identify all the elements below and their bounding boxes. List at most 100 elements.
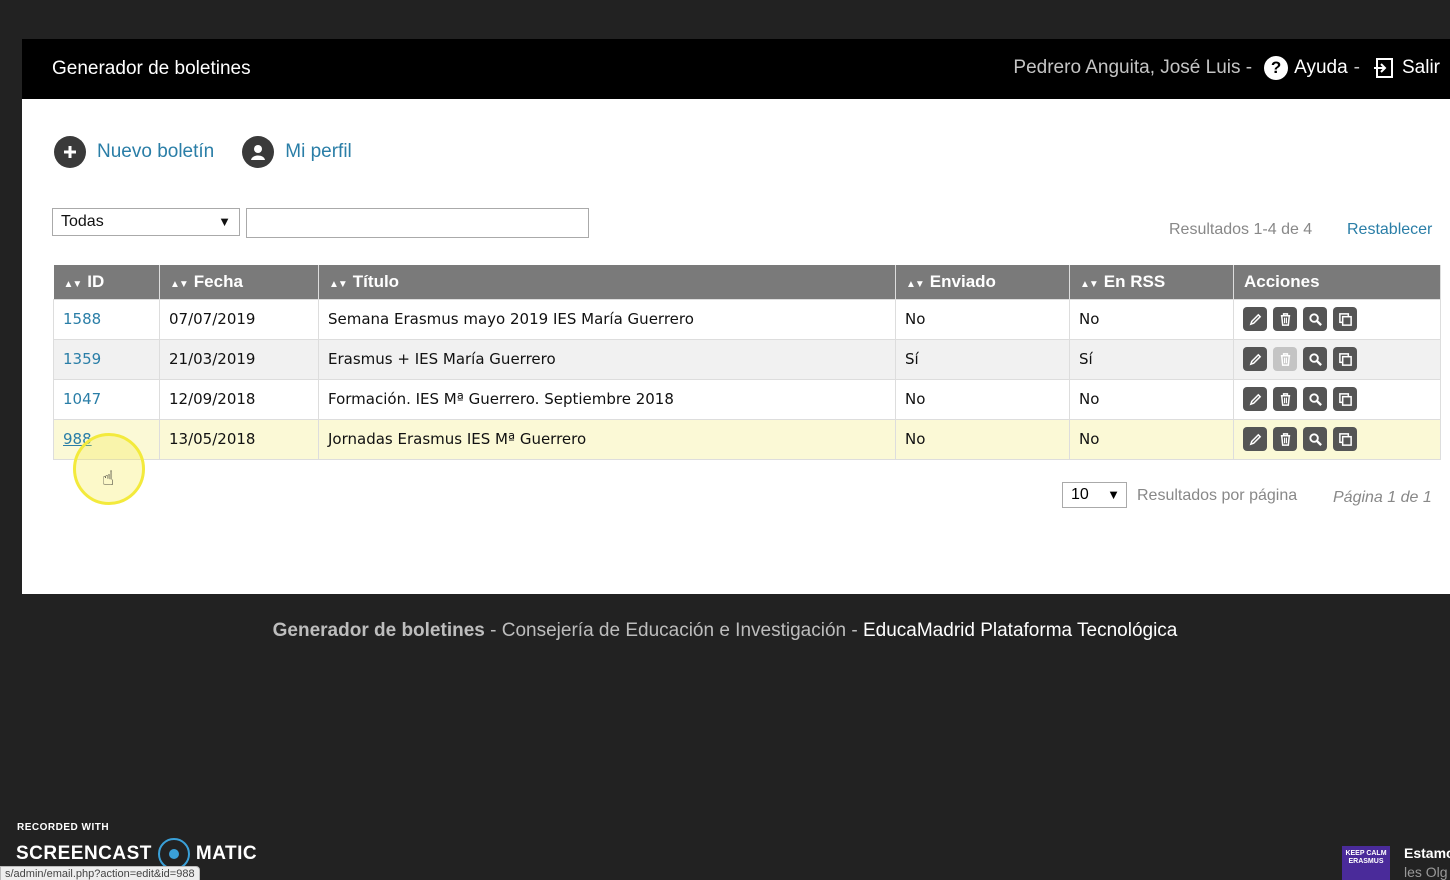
new-newsletter-button[interactable]: Nuevo boletín (54, 136, 214, 168)
footer-separator: - (846, 620, 863, 641)
column-header-titulo[interactable]: ▲▼ Título (318, 265, 896, 299)
my-profile-label: Mi perfil (285, 141, 352, 162)
row-date-cell: 07/07/2019 (159, 298, 319, 340)
copy-icon[interactable] (1333, 427, 1357, 451)
search-input[interactable] (246, 208, 589, 238)
help-icon[interactable]: ? (1264, 56, 1289, 80)
row-title-cell: Formación. IES Mª Guerrero. Septiembre 2… (318, 378, 896, 420)
new-newsletter-label: Nuevo boletín (97, 141, 215, 162)
keep-calm-thumbnail[interactable]: KEEP CALM ERASMUS (1342, 846, 1390, 880)
row-id-link[interactable]: 1588 (63, 310, 101, 328)
row-id-cell[interactable]: 1359 (53, 338, 160, 380)
row-rss-cell: No (1069, 418, 1234, 460)
table-row: 988 13/05/2018 Jornadas Erasmus IES Mª G… (53, 418, 1441, 460)
footer-separator: - (484, 620, 502, 641)
column-header-rss[interactable]: ▲▼ En RSS (1069, 265, 1234, 299)
row-sent-cell: No (895, 298, 1070, 340)
category-select-value: Todas (61, 213, 104, 230)
row-id-cell[interactable]: 988 (53, 418, 160, 460)
matic-word: MATIC (195, 843, 258, 864)
row-id-link[interactable]: 988 (63, 430, 92, 448)
table-row: 1047 12/09/2018 Formación. IES Mª Guerre… (53, 378, 1441, 420)
column-header-enviado[interactable]: ▲▼ Enviado (895, 265, 1070, 299)
user-bar: Pedrero Anguita, José Luis - ? Ayuda - S… (1013, 56, 1440, 80)
sort-icon: ▲▼ (329, 278, 348, 290)
row-date-cell: 13/05/2018 (159, 418, 319, 460)
trash-icon[interactable] (1273, 387, 1297, 411)
table-row: 1588 07/07/2019 Semana Erasmus mayo 2019… (53, 298, 1441, 340)
magnifier-icon[interactable] (1303, 427, 1327, 451)
row-title-cell: Semana Erasmus mayo 2019 IES María Guerr… (318, 298, 896, 340)
footer-consejeria: Consejería de Educación e Investigación (501, 620, 847, 641)
column-header-id[interactable]: ▲▼ ID (53, 265, 160, 299)
row-id-cell[interactable]: 1047 (53, 378, 160, 420)
column-header-acciones: Acciones (1233, 265, 1441, 299)
row-date-cell: 21/03/2019 (159, 338, 319, 380)
row-actions-cell (1233, 298, 1441, 340)
table-header-row: ▲▼ ID ▲▼ Fecha ▲▼ Título ▲▼ Enviado ▲▼ En RSS… (53, 265, 1441, 299)
row-sent-cell: Sí (895, 338, 1070, 380)
exit-icon[interactable] (1372, 56, 1396, 80)
category-select[interactable]: Todas ▼ (52, 208, 240, 236)
results-count: Resultados 1-4 de 4 (1169, 221, 1313, 238)
notification-subtitle: les Olg (1404, 864, 1448, 880)
user-name: Pedrero Anguita, José Luis - (1013, 57, 1253, 78)
sort-icon: ▲▼ (1080, 278, 1099, 290)
magnifier-icon[interactable] (1303, 347, 1327, 371)
row-title-cell: Erasmus + IES María Guerrero (318, 338, 896, 380)
footer-app-name: Generador de boletines (272, 620, 485, 641)
newsletters-table: ▲▼ ID ▲▼ Fecha ▲▼ Título ▲▼ Enviado ▲▼ En RSS… (53, 265, 1441, 460)
user-circle-icon (242, 136, 275, 168)
app-panel: Generador de boletines Pedrero Anguita, … (22, 39, 1450, 594)
trash-icon[interactable] (1273, 307, 1297, 331)
plus-circle-icon (54, 136, 86, 168)
reset-link[interactable]: Restablecer (1347, 221, 1432, 239)
row-actions-cell (1233, 338, 1441, 380)
hand-cursor-icon: ☝ (102, 468, 115, 490)
logout-link[interactable]: Salir (1402, 57, 1440, 79)
pencil-icon[interactable] (1243, 347, 1267, 371)
status-bar-url: s/admin/email.php?action=edit&id=988 (0, 866, 200, 880)
page-info: Página 1 de 1 (1333, 489, 1432, 506)
magnifier-icon[interactable] (1303, 387, 1327, 411)
trash-icon (1273, 347, 1297, 371)
top-bar: Generador de boletines Pedrero Anguita, … (22, 39, 1450, 99)
per-page-select[interactable]: 10 ▼ (1062, 482, 1127, 508)
copy-icon[interactable] (1333, 307, 1357, 331)
per-page-label: Resultados por página (1137, 487, 1298, 504)
table-row: 1359 21/03/2019 Erasmus + IES María Guer… (53, 338, 1441, 380)
magnifier-icon[interactable] (1303, 307, 1327, 331)
pencil-icon[interactable] (1243, 307, 1267, 331)
recorded-with-label: RECORDED WITH (17, 822, 110, 833)
row-date-cell: 12/09/2018 (159, 378, 319, 420)
sort-icon: ▲▼ (906, 278, 925, 290)
pencil-icon[interactable] (1243, 387, 1267, 411)
sort-icon: ▲▼ (63, 278, 83, 290)
top-actions: Nuevo boletín Mi perfil (54, 136, 380, 168)
row-id-link[interactable]: 1047 (63, 390, 101, 408)
row-actions-cell (1233, 418, 1441, 460)
notification-title[interactable]: Estamo (1404, 845, 1450, 861)
column-header-fecha[interactable]: ▲▼ Fecha (159, 265, 319, 299)
separator: - (1353, 57, 1360, 78)
row-rss-cell: No (1069, 298, 1234, 340)
footer: Generador de boletines - Consejería de E… (0, 620, 1450, 642)
row-id-cell[interactable]: 1588 (53, 298, 160, 340)
copy-icon[interactable] (1333, 387, 1357, 411)
trash-icon[interactable] (1273, 427, 1297, 451)
dropdown-arrow-icon: ▼ (218, 214, 231, 229)
row-title-cell: Jornadas Erasmus IES Mª Guerrero (318, 418, 896, 460)
sort-icon: ▲▼ (170, 278, 189, 290)
row-sent-cell: No (895, 418, 1070, 460)
help-link[interactable]: Ayuda (1294, 57, 1348, 79)
screencast-word: SCREENCAST (16, 843, 152, 864)
app-title: Generador de boletines (52, 58, 251, 79)
row-id-link[interactable]: 1359 (63, 350, 101, 368)
row-rss-cell: No (1069, 378, 1234, 420)
copy-icon[interactable] (1333, 347, 1357, 371)
pencil-icon[interactable] (1243, 427, 1267, 451)
row-rss-cell: Sí (1069, 338, 1234, 380)
footer-educamadrid: EducaMadrid Plataforma Tecnológica (862, 620, 1178, 641)
row-actions-cell (1233, 378, 1441, 420)
my-profile-button[interactable]: Mi perfil (242, 136, 352, 168)
